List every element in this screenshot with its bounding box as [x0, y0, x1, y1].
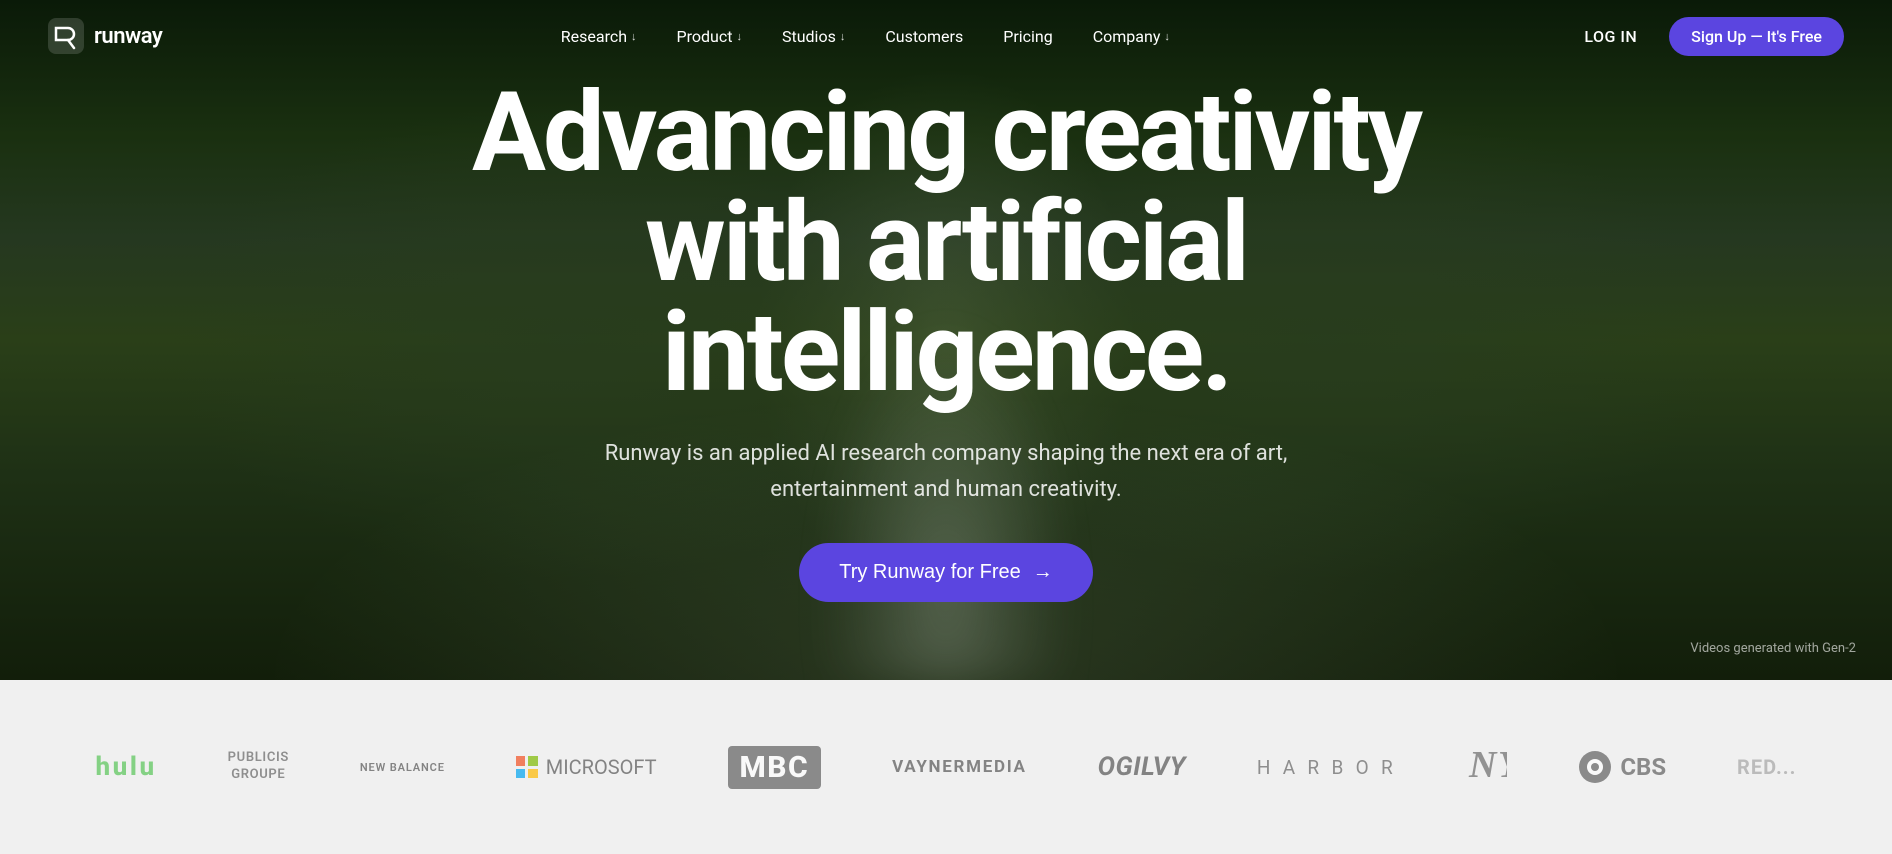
video-credit: Videos generated with Gen-2: [1690, 641, 1856, 656]
chevron-down-icon: ↓: [631, 30, 637, 43]
svg-text:NY: NY: [1468, 744, 1507, 785]
microsoft-label: Microsoft: [546, 755, 657, 779]
nav-item-company[interactable]: Company ↓: [1077, 19, 1186, 54]
nav-links: Research ↓ Product ↓ Studios ↓ Customers…: [545, 19, 1186, 54]
logo-publicis: PUBLICISGROUPE: [228, 750, 289, 784]
arrow-icon: →: [1033, 561, 1053, 584]
logo-mbc: MBC: [728, 746, 822, 789]
logo-harbor: H A R B O R: [1257, 756, 1397, 779]
nav-item-product[interactable]: Product ↓: [661, 19, 758, 54]
nav-item-research[interactable]: Research ↓: [545, 19, 653, 54]
navbar: runway Research ↓ Product ↓ Studios ↓ Cu…: [0, 0, 1892, 72]
runway-logo-icon: [48, 18, 84, 54]
signup-button[interactable]: Sign Up — It's Free: [1669, 17, 1844, 56]
hero-section: Advancing creativity with artificial int…: [0, 0, 1892, 680]
microsoft-grid-icon: [516, 756, 538, 778]
nav-item-studios[interactable]: Studios ↓: [766, 19, 861, 54]
logo-hulu: hulu: [95, 752, 156, 782]
logo-new-balance: new balance: [360, 761, 445, 774]
hero-cta-label: Try Runway for Free: [839, 561, 1021, 584]
logo-cbs: CBS: [1578, 750, 1666, 784]
logo[interactable]: runway: [48, 18, 162, 54]
nav-item-pricing[interactable]: Pricing: [987, 19, 1069, 54]
hero-content: Advancing creativity with artificial int…: [346, 78, 1546, 601]
hero-title: Advancing creativity with artificial int…: [386, 78, 1506, 408]
logo-ogilvy: Ogilvy: [1098, 752, 1186, 782]
logos-strip: hulu PUBLICISGROUPE new balance Microsof…: [0, 680, 1892, 854]
hero-subtitle: Runway is an applied AI research company…: [596, 436, 1296, 506]
chevron-down-icon: ↓: [840, 30, 846, 43]
hero-cta-button[interactable]: Try Runway for Free →: [799, 543, 1093, 602]
chevron-down-icon: ↓: [1164, 30, 1170, 43]
nav-item-customers[interactable]: Customers: [869, 19, 979, 54]
cbs-eye-icon: [1578, 750, 1612, 784]
logo-vaynermedia: VAYNERMEDIA: [892, 757, 1027, 777]
nav-actions: LOG IN Sign Up — It's Free: [1568, 17, 1844, 56]
logo-text: runway: [94, 24, 162, 49]
login-button[interactable]: LOG IN: [1568, 19, 1653, 54]
logo-red-partial: RED...: [1737, 755, 1796, 779]
logo-microsoft: Microsoft: [516, 755, 657, 779]
chevron-down-icon: ↓: [736, 30, 742, 43]
logo-yankees: NY: [1467, 741, 1507, 793]
